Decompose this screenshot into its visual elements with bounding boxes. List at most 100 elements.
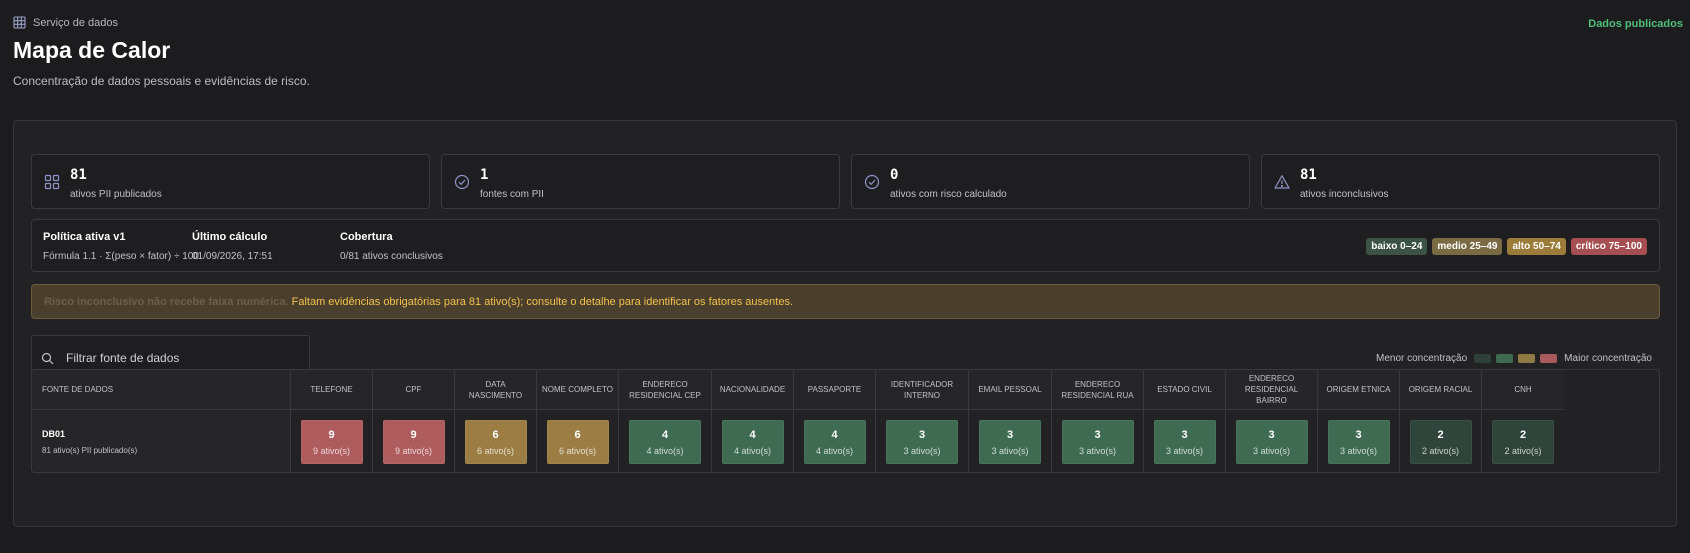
coverage: Cobertura 0/81 ativos conclusivos bbox=[340, 231, 443, 262]
scale-high-label: Maior concentração bbox=[1564, 353, 1652, 364]
tile-sub: 9 ativo(s) bbox=[312, 445, 350, 456]
heatmap-column: CNH 2 2 ativo(s) bbox=[1482, 370, 1564, 472]
heatmap-cell: 4 4 ativo(s) bbox=[619, 410, 711, 472]
tile-count: 3 bbox=[1268, 428, 1275, 441]
tile-sub: 6 ativo(s) bbox=[476, 445, 514, 456]
policy-title: Política ativa v1 bbox=[43, 231, 126, 243]
heatmap-column: ORIGEM ETNICA 3 3 ativo(s) bbox=[1318, 370, 1400, 472]
heatmap-column: NOME COMPLETO 6 6 ativo(s) bbox=[537, 370, 619, 472]
stat-card-risk-calculated: 0 ativos com risco calculado bbox=[851, 154, 1250, 209]
search-input[interactable] bbox=[66, 346, 301, 370]
tile-sub: 2 ativo(s) bbox=[1504, 445, 1542, 456]
heatmap-cell: 9 9 ativo(s) bbox=[291, 410, 372, 472]
heatmap-column: IDENTIFICADOR INTERNO 3 3 ativo(s) bbox=[876, 370, 969, 472]
tile-count: 3 bbox=[1355, 428, 1362, 441]
alert-text: Faltam evidências obrigatórias para 81 a… bbox=[291, 296, 793, 308]
tile-sub: 6 ativo(s) bbox=[558, 445, 596, 456]
tile-count: 6 bbox=[574, 428, 581, 441]
check-circle-icon bbox=[454, 174, 470, 190]
tile-count: 4 bbox=[749, 428, 756, 441]
heatmap-tile[interactable]: 4 4 ativo(s) bbox=[803, 420, 866, 464]
page-title: Mapa de Calor bbox=[13, 37, 171, 63]
column-header: EMAIL PESSOAL bbox=[969, 370, 1051, 410]
heatmap-tile[interactable]: 2 2 ativo(s) bbox=[1492, 420, 1554, 464]
scale-swatches bbox=[1474, 354, 1558, 363]
stat-card-pii-assets: 81 ativos PII publicados bbox=[31, 154, 430, 209]
stat-value: 81 bbox=[1300, 167, 1317, 183]
risk-band-low: baixo 0–24 bbox=[1366, 238, 1428, 255]
heatmap-cell: 4 4 ativo(s) bbox=[712, 410, 793, 472]
tile-sub: 3 ativo(s) bbox=[991, 445, 1029, 456]
tile-count: 4 bbox=[661, 428, 669, 441]
stat-label: ativos com risco calculado bbox=[890, 189, 1007, 200]
tile-sub: 3 ativo(s) bbox=[1252, 445, 1290, 456]
inconclusive-alert: Risco inconclusivo não recebe faixa numé… bbox=[31, 284, 1660, 319]
tile-sub: 3 ativo(s) bbox=[903, 445, 941, 456]
policy-formula: Fórmula 1.1 · Σ(peso × fator) ÷ 100 bbox=[43, 251, 199, 262]
heatmap-cell: 3 3 ativo(s) bbox=[876, 410, 968, 472]
scale-swatch bbox=[1474, 354, 1492, 363]
column-header: ESTADO CIVIL bbox=[1144, 370, 1225, 410]
tile-count: 6 bbox=[492, 428, 499, 441]
column-header: NACIONALIDADE bbox=[712, 370, 793, 410]
scale-swatch bbox=[1540, 354, 1558, 363]
scale-swatch bbox=[1518, 354, 1536, 363]
policy-summary: Política ativa v1 Fórmula 1.1 · Σ(peso ×… bbox=[31, 219, 1660, 272]
column-header: NOME COMPLETO bbox=[537, 370, 618, 410]
warning-icon bbox=[1274, 174, 1290, 190]
heatmap-tile[interactable]: 9 9 ativo(s) bbox=[300, 420, 363, 464]
tile-sub: 3 ativo(s) bbox=[1339, 445, 1377, 456]
risk-band-high: alto 50–74 bbox=[1507, 238, 1566, 255]
tile-count: 4 bbox=[831, 428, 838, 441]
breadcrumb-label: Serviço de dados bbox=[33, 16, 118, 29]
tile-count: 9 bbox=[328, 428, 335, 441]
column-header: ORIGEM ETNICA bbox=[1318, 370, 1399, 410]
heatmap-cell: 6 6 ativo(s) bbox=[455, 410, 536, 472]
heatmap-tile[interactable]: 3 3 ativo(s) bbox=[1153, 420, 1216, 464]
column-header: ENDERECO RESIDENCIAL BAIRRO bbox=[1226, 370, 1317, 410]
stat-label: ativos PII publicados bbox=[70, 189, 162, 200]
source-column-header: FONTE DE DADOS bbox=[32, 370, 290, 410]
coverage-title: Cobertura bbox=[340, 231, 393, 243]
heatmap-tile[interactable]: 3 3 ativo(s) bbox=[1235, 420, 1308, 464]
source-sub: 81 ativo(s) PII publicado(s) bbox=[42, 446, 138, 455]
top-bar: Serviço de dados Dados publicados bbox=[13, 16, 1690, 32]
heatmap-tile[interactable]: 4 4 ativo(s) bbox=[721, 420, 784, 464]
heatmap-cell: 2 2 ativo(s) bbox=[1400, 410, 1481, 472]
heatmap-tile[interactable]: 2 2 ativo(s) bbox=[1409, 420, 1472, 464]
tile-count: 2 bbox=[1519, 428, 1527, 441]
column-header: DATA NASCIMENTO bbox=[455, 370, 536, 410]
heatmap-tile[interactable]: 3 3 ativo(s) bbox=[886, 420, 958, 464]
heatmap-tile[interactable]: 6 6 ativo(s) bbox=[546, 420, 609, 464]
scale-low-label: Menor concentração bbox=[1376, 353, 1468, 364]
tile-count: 3 bbox=[1006, 428, 1014, 441]
check-circle-icon bbox=[864, 174, 880, 190]
heatmap-tile[interactable]: 3 3 ativo(s) bbox=[979, 420, 1041, 464]
risk-band-legend: baixo 0–24 medio 25–49 alto 50–74 crític… bbox=[1366, 238, 1647, 255]
alert-muted-text: Risco inconclusivo não recebe faixa numé… bbox=[44, 296, 289, 308]
tile-sub: 4 ativo(s) bbox=[646, 445, 684, 456]
heatmap-cell: 3 3 ativo(s) bbox=[1318, 410, 1399, 472]
stat-card-inconclusive: 81 ativos inconclusivos bbox=[1261, 154, 1660, 209]
stat-value: 1 bbox=[480, 167, 489, 183]
heatmap-tile[interactable]: 3 3 ativo(s) bbox=[1061, 420, 1134, 464]
column-header: ENDERECO RESIDENCIAL RUA bbox=[1052, 370, 1143, 410]
policy-info: Política ativa v1 Fórmula 1.1 · Σ(peso ×… bbox=[43, 231, 199, 262]
breadcrumb[interactable]: Serviço de dados bbox=[13, 16, 1690, 29]
heatmap-column: CPF 9 9 ativo(s) bbox=[373, 370, 455, 472]
tile-count: 2 bbox=[1437, 428, 1444, 441]
tile-sub: 3 ativo(s) bbox=[1165, 445, 1203, 456]
heatmap-tile[interactable]: 3 3 ativo(s) bbox=[1327, 420, 1390, 464]
heatmap-column: ENDERECO RESIDENCIAL CEP 4 4 ativo(s) bbox=[619, 370, 712, 472]
heatmap-tile[interactable]: 9 9 ativo(s) bbox=[382, 420, 445, 464]
column-header: TELEFONE bbox=[291, 370, 372, 410]
source-column: FONTE DE DADOS DB01 81 ativo(s) PII publ… bbox=[32, 370, 291, 472]
source-row-db01[interactable]: DB01 81 ativo(s) PII publicado(s) bbox=[32, 410, 290, 472]
stat-value: 0 bbox=[890, 167, 899, 183]
column-header: PASSAPORTE bbox=[794, 370, 875, 410]
heatmap-tile[interactable]: 6 6 ativo(s) bbox=[464, 420, 527, 464]
heatmap-tile[interactable]: 4 4 ativo(s) bbox=[629, 420, 701, 464]
heatmap-column: TELEFONE 9 9 ativo(s) bbox=[291, 370, 373, 472]
risk-band-medium: medio 25–49 bbox=[1432, 238, 1503, 255]
tile-count: 9 bbox=[410, 428, 417, 441]
